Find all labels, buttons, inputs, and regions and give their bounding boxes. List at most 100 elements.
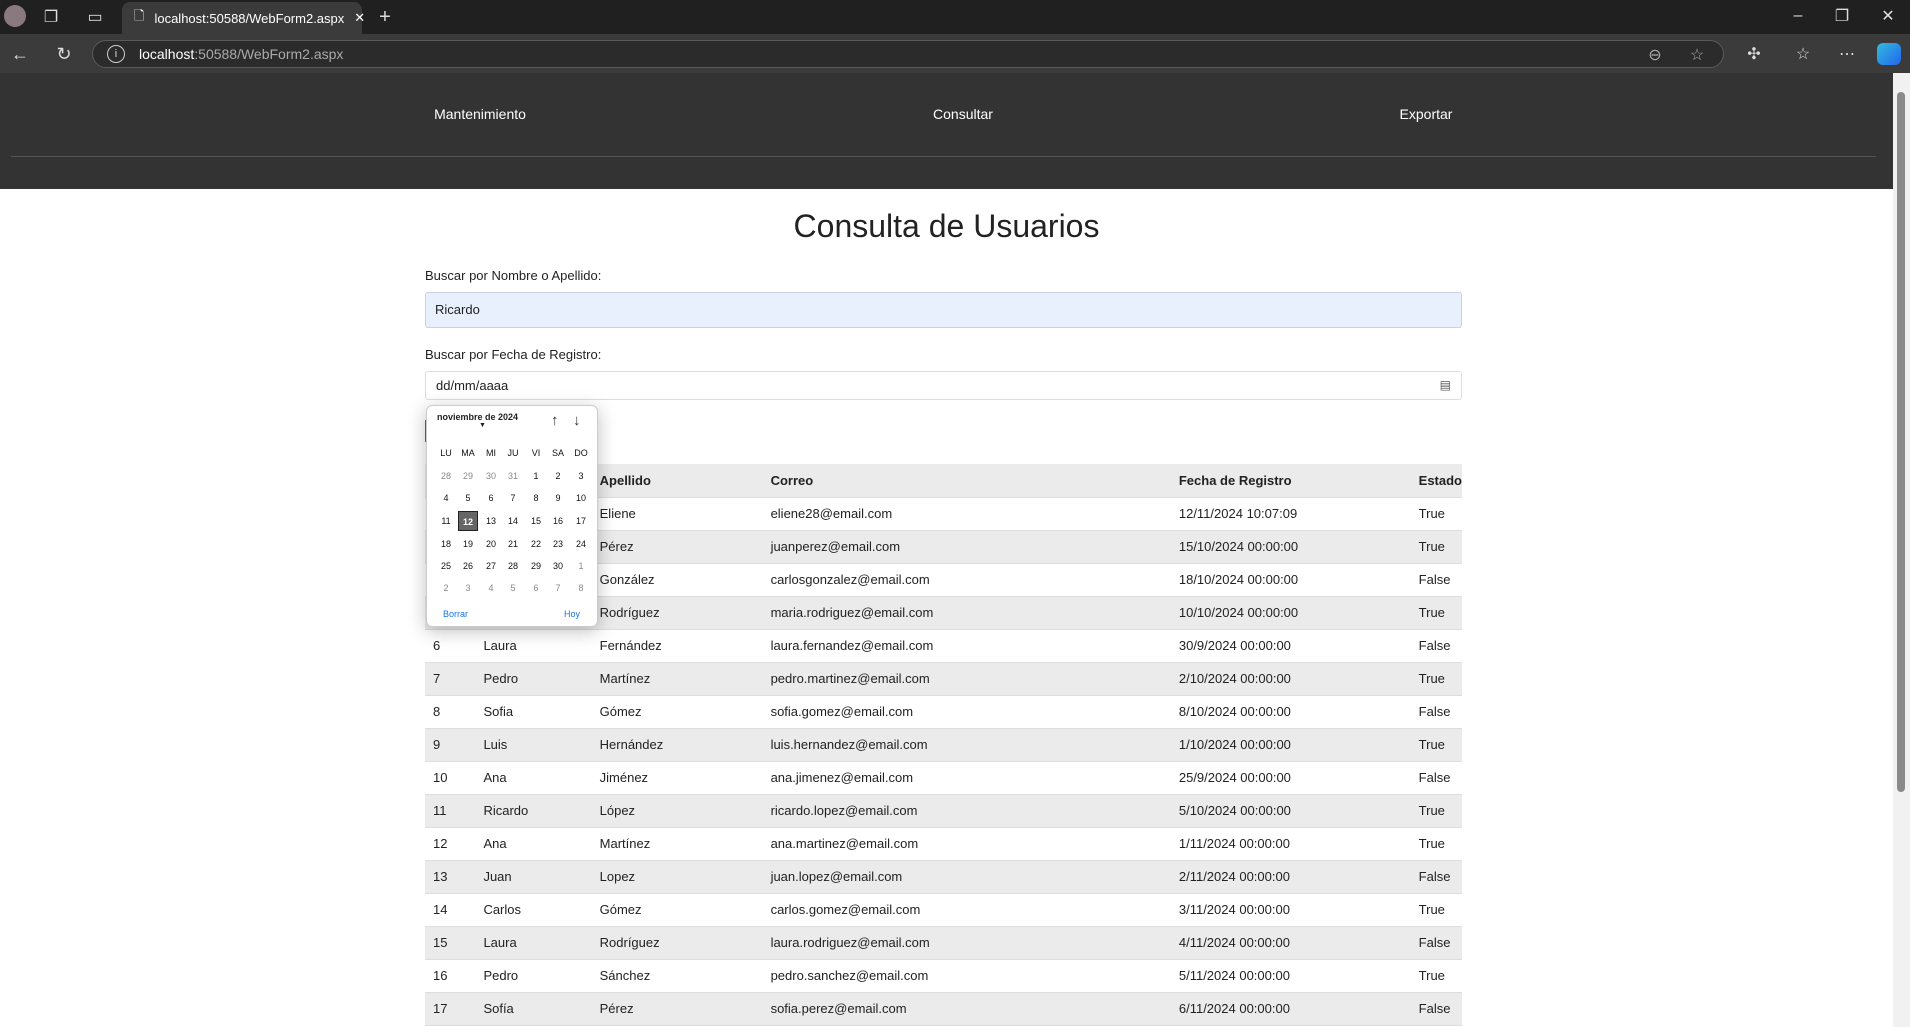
calendar-day[interactable]: 13: [481, 511, 501, 531]
previous-month-icon[interactable]: ↑: [551, 412, 559, 429]
calendar-day[interactable]: 6: [526, 578, 546, 598]
table-row: 9 Luis Hernández luis.hernandez@email.com 1/…: [425, 728, 1462, 762]
cell-id: 7: [425, 662, 476, 696]
address-bar[interactable]: i localhost:50588/WebForm2.aspx ⊖ ☆: [92, 40, 1724, 68]
calendar-day[interactable]: 12: [458, 511, 478, 531]
calendar-day[interactable]: 25: [436, 556, 456, 576]
cell-apellido: Rodríguez: [591, 596, 763, 630]
cell-estado: False: [1410, 695, 1462, 729]
back-icon[interactable]: ←: [8, 42, 32, 66]
cell-fecha-registro: 3/11/2024 00:00:00: [1170, 893, 1411, 927]
copilot-icon[interactable]: [1877, 43, 1901, 65]
calendar-day[interactable]: 28: [436, 466, 456, 486]
calendar-day[interactable]: 4: [436, 488, 456, 508]
calendar-day[interactable]: 31: [503, 466, 523, 486]
search-input[interactable]: Ricardo: [425, 292, 1462, 328]
calendar-day[interactable]: 29: [526, 556, 546, 576]
calendar-day[interactable]: 19: [458, 534, 478, 554]
cell-correo: sofia.gomez@email.com: [762, 695, 1171, 729]
calendar-day[interactable]: 7: [548, 578, 568, 598]
calendar-day[interactable]: 1: [526, 466, 546, 486]
favorite-star-icon[interactable]: ☆: [1687, 45, 1707, 65]
calendar-day[interactable]: 14: [503, 511, 523, 531]
month-year-selector[interactable]: noviembre de 2024: [437, 412, 518, 422]
calendar-day[interactable]: 3: [571, 466, 591, 486]
calendar-day[interactable]: 17: [571, 511, 591, 531]
calendar-day[interactable]: 15: [526, 511, 546, 531]
cell-estado: True: [1410, 893, 1462, 927]
nav-mantenimiento[interactable]: Mantenimiento: [434, 106, 526, 122]
tab-actions-icon[interactable]: ▭: [84, 6, 106, 28]
extensions-icon[interactable]: ✣: [1742, 42, 1766, 66]
calendar-day[interactable]: 29: [458, 466, 478, 486]
calendar-day[interactable]: 18: [436, 534, 456, 554]
table-row: 10 Ana Jiménez ana.jimenez@email.com 25/9/20…: [425, 761, 1462, 795]
month-dropdown-icon[interactable]: ▼: [479, 422, 486, 429]
cell-id: 17: [425, 992, 476, 1026]
clear-date-button[interactable]: Borrar: [443, 609, 468, 619]
today-button[interactable]: Hoy: [564, 609, 580, 619]
close-window-icon[interactable]: ✕: [1876, 4, 1900, 28]
refresh-icon[interactable]: ↻: [52, 42, 76, 66]
table-row: 8 Sofia Gómez sofia.gomez@email.com 8/10/202…: [425, 695, 1462, 729]
table-row: 16 Pedro Sánchez pedro.sanchez@email.com 5/1…: [425, 959, 1462, 993]
cell-fecha-registro: 30/9/2024 00:00:00: [1170, 629, 1411, 663]
calendar-day[interactable]: 26: [458, 556, 478, 576]
calendar-day[interactable]: 5: [503, 578, 523, 598]
calendar-icon[interactable]: ▤: [1440, 372, 1451, 399]
cell-nombre: Pedro: [475, 662, 592, 696]
calendar-day[interactable]: 20: [481, 534, 501, 554]
cell-apellido: Eliene: [591, 497, 763, 531]
calendar-day[interactable]: 9: [548, 488, 568, 508]
browser-tab[interactable]: 🗋 localhost:50588/WebForm2.aspx ✕: [122, 2, 365, 34]
new-tab-icon[interactable]: +: [372, 4, 398, 30]
calendar-day[interactable]: 6: [481, 488, 501, 508]
nav-consultar[interactable]: Consultar: [933, 106, 993, 122]
column-header-estado: Estado: [1410, 464, 1462, 498]
cell-correo: juanperez@email.com: [762, 530, 1171, 564]
workspaces-icon[interactable]: ❐: [40, 6, 62, 28]
cell-apellido: Martínez: [591, 662, 763, 696]
minimize-icon[interactable]: –: [1786, 4, 1810, 28]
close-tab-icon[interactable]: ✕: [354, 10, 365, 26]
zoom-out-icon[interactable]: ⊖: [1645, 45, 1665, 65]
calendar-day[interactable]: 11: [436, 511, 456, 531]
calendar-day[interactable]: 2: [436, 578, 456, 598]
calendar-day[interactable]: 28: [503, 556, 523, 576]
calendar-day[interactable]: 5: [458, 488, 478, 508]
cell-nombre: Juan: [475, 860, 592, 894]
calendar-day[interactable]: 24: [571, 534, 591, 554]
cell-correo: carlos.gomez@email.com: [762, 893, 1171, 927]
calendar-day[interactable]: 30: [481, 466, 501, 486]
profile-avatar[interactable]: [4, 5, 26, 27]
calendar-day[interactable]: 16: [548, 511, 568, 531]
calendar-day[interactable]: 8: [571, 578, 591, 598]
date-picker-popup: noviembre de 2024 ▼ ↑ ↓ LU MA MI JU VI SA DO 28…: [426, 405, 598, 627]
info-icon[interactable]: i: [107, 45, 125, 63]
cell-correo: sofia.perez@email.com: [762, 992, 1171, 1026]
more-menu-icon[interactable]: ⋯: [1835, 42, 1859, 66]
calendar-day[interactable]: 7: [503, 488, 523, 508]
calendar-day[interactable]: 8: [526, 488, 546, 508]
restore-icon[interactable]: ❐: [1830, 4, 1854, 28]
calendar-day[interactable]: 3: [458, 578, 478, 598]
cell-estado: True: [1410, 794, 1462, 828]
calendar-day[interactable]: 2: [548, 466, 568, 486]
calendar-day[interactable]: 1: [571, 556, 591, 576]
calendar-day[interactable]: 21: [503, 534, 523, 554]
table-row: 17 Sofía Pérez sofia.perez@email.com 6/11/20…: [425, 992, 1462, 1026]
calendar-day[interactable]: 10: [571, 488, 591, 508]
favorites-icon[interactable]: ☆: [1791, 42, 1815, 66]
calendar-day[interactable]: 22: [526, 534, 546, 554]
calendar-day[interactable]: 30: [548, 556, 568, 576]
date-input[interactable]: dd/mm/aaaa ▤: [425, 371, 1462, 400]
cell-nombre: Carlos: [475, 893, 592, 927]
next-month-icon[interactable]: ↓: [573, 412, 581, 429]
scrollbar-thumb[interactable]: [1897, 92, 1905, 792]
calendar-day[interactable]: 4: [481, 578, 501, 598]
cell-apellido: Jiménez: [591, 761, 763, 795]
nav-exportar[interactable]: Exportar: [1400, 106, 1453, 122]
calendar-day[interactable]: 23: [548, 534, 568, 554]
cell-fecha-registro: 12/11/2024 10:07:09: [1170, 497, 1411, 531]
calendar-day[interactable]: 27: [481, 556, 501, 576]
